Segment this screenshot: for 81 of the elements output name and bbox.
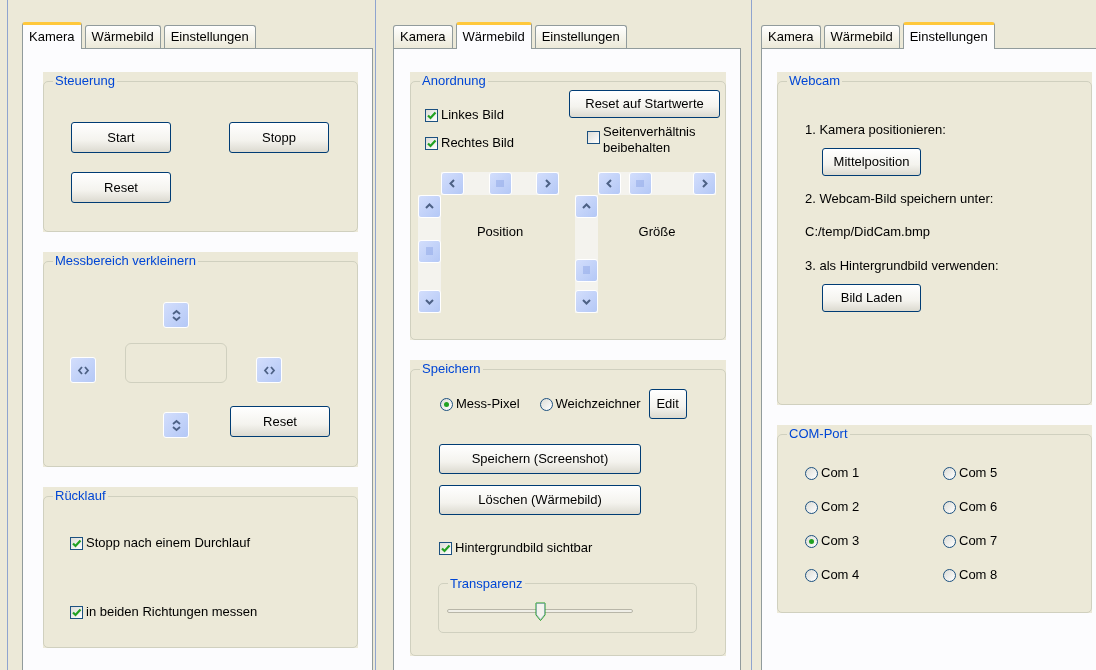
checkbox-label[interactable]: in beiden Richtungen messen	[86, 604, 258, 620]
radio-label[interactable]: Com 5	[959, 465, 998, 481]
step-text: 3. als Hintergrundbild verwenden:	[805, 258, 999, 274]
tab[interactable]: Einstellungen	[534, 25, 627, 48]
group-title: Anordnung	[420, 73, 488, 89]
vertical-scrollbar[interactable]	[575, 195, 598, 313]
radio-label[interactable]: Com 3	[821, 533, 860, 549]
scroll-right-button[interactable]	[693, 172, 716, 195]
scroller-label: Größe	[638, 224, 676, 240]
tab[interactable]: Einstellungen	[163, 25, 256, 48]
scroll-right-button[interactable]	[536, 172, 559, 195]
checkbox[interactable]	[425, 108, 438, 122]
checkbox-label[interactable]: Stopp nach einem Durchlauf	[86, 535, 251, 551]
checkbox-label[interactable]: Rechtes Bild	[441, 135, 514, 151]
checkbox-label[interactable]: Linkes Bild	[441, 107, 504, 123]
radio-label[interactable]: Com 8	[959, 567, 998, 583]
slider-thumb[interactable]	[535, 601, 546, 622]
tab[interactable]: Kamera	[761, 25, 821, 48]
button[interactable]: Löschen (Wärmebild)	[439, 485, 641, 515]
spin-button[interactable]	[163, 302, 189, 328]
tab[interactable]: Einstellungen	[902, 22, 995, 49]
scrollbar-thumb[interactable]	[418, 240, 441, 264]
radio-button[interactable]	[943, 500, 956, 514]
button[interactable]: Reset	[71, 172, 171, 203]
vertical-scrollbar[interactable]	[418, 195, 441, 313]
tab[interactable]: Wärmebild	[455, 22, 532, 49]
checkbox[interactable]	[70, 536, 83, 550]
tab[interactable]: Wärmebild	[823, 25, 900, 48]
scroll-down-button[interactable]	[418, 290, 441, 313]
file-path: C:/temp/DidCam.bmp	[805, 224, 930, 240]
tab[interactable]: Wärmebild	[84, 25, 161, 48]
radio-button[interactable]	[805, 466, 818, 480]
checkbox[interactable]	[425, 136, 438, 150]
checkbox-label[interactable]: Seitenverhältnis beibehalten	[603, 124, 717, 156]
checkbox-label[interactable]: Hintergrundbild sichtbar	[455, 540, 593, 556]
radio-label[interactable]: Com 6	[959, 499, 998, 515]
radio-button[interactable]	[805, 534, 818, 548]
button[interactable]: Start	[71, 122, 171, 153]
edit-button[interactable]: Edit	[648, 389, 687, 419]
reset-button[interactable]: Reset auf Startwerte	[569, 90, 720, 118]
radio-button[interactable]	[943, 534, 956, 548]
radio-button[interactable]	[943, 466, 956, 480]
scroll-up-button[interactable]	[418, 195, 441, 218]
radio-button[interactable]	[805, 500, 818, 514]
horizontal-scrollbar[interactable]	[441, 172, 559, 195]
scroll-up-button[interactable]	[575, 195, 598, 218]
horizontal-scrollbar[interactable]	[598, 172, 716, 195]
radio-button[interactable]	[440, 397, 453, 411]
reset-button[interactable]: Reset	[230, 406, 330, 437]
checkbox[interactable]	[70, 605, 83, 619]
scroller-label: Position	[476, 224, 524, 240]
button[interactable]: Stopp	[229, 122, 329, 153]
scrollbar-thumb[interactable]	[488, 172, 512, 195]
radio-label[interactable]: Mess-Pixel	[456, 396, 520, 412]
scroll-left-button[interactable]	[441, 172, 464, 195]
step-text: 1. Kamera positionieren:	[805, 122, 946, 138]
button[interactable]: Speichern (Screenshot)	[439, 444, 641, 474]
tab[interactable]: Kamera	[22, 22, 82, 49]
radio-button[interactable]	[943, 568, 956, 582]
scroll-down-button[interactable]	[575, 290, 598, 313]
checkbox[interactable]	[439, 541, 452, 555]
group-title: Steuerung	[53, 73, 117, 89]
step-text: 2. Webcam-Bild speichern unter:	[805, 191, 994, 207]
spin-button[interactable]	[256, 357, 282, 383]
scrollbar-thumb[interactable]	[575, 259, 598, 282]
radio-label[interactable]: Weichzeichner	[555, 396, 641, 412]
checkbox[interactable]	[587, 131, 600, 144]
tab[interactable]: Kamera	[393, 25, 453, 48]
group-title: Speichern	[420, 361, 483, 377]
radio-label[interactable]: Com 4	[821, 567, 860, 583]
radio-label[interactable]: Com 7	[959, 533, 998, 549]
radio-label[interactable]: Com 1	[821, 465, 860, 481]
radio-button[interactable]	[539, 397, 553, 411]
button[interactable]: Mittelposition	[822, 148, 921, 176]
radio-label[interactable]: Com 2	[821, 499, 860, 515]
scrollbar-thumb[interactable]	[628, 172, 652, 195]
scroll-left-button[interactable]	[598, 172, 621, 195]
button[interactable]: Bild Laden	[822, 284, 921, 312]
spin-button[interactable]	[70, 357, 96, 383]
spin-button[interactable]	[163, 412, 189, 438]
radio-button[interactable]	[805, 568, 818, 582]
